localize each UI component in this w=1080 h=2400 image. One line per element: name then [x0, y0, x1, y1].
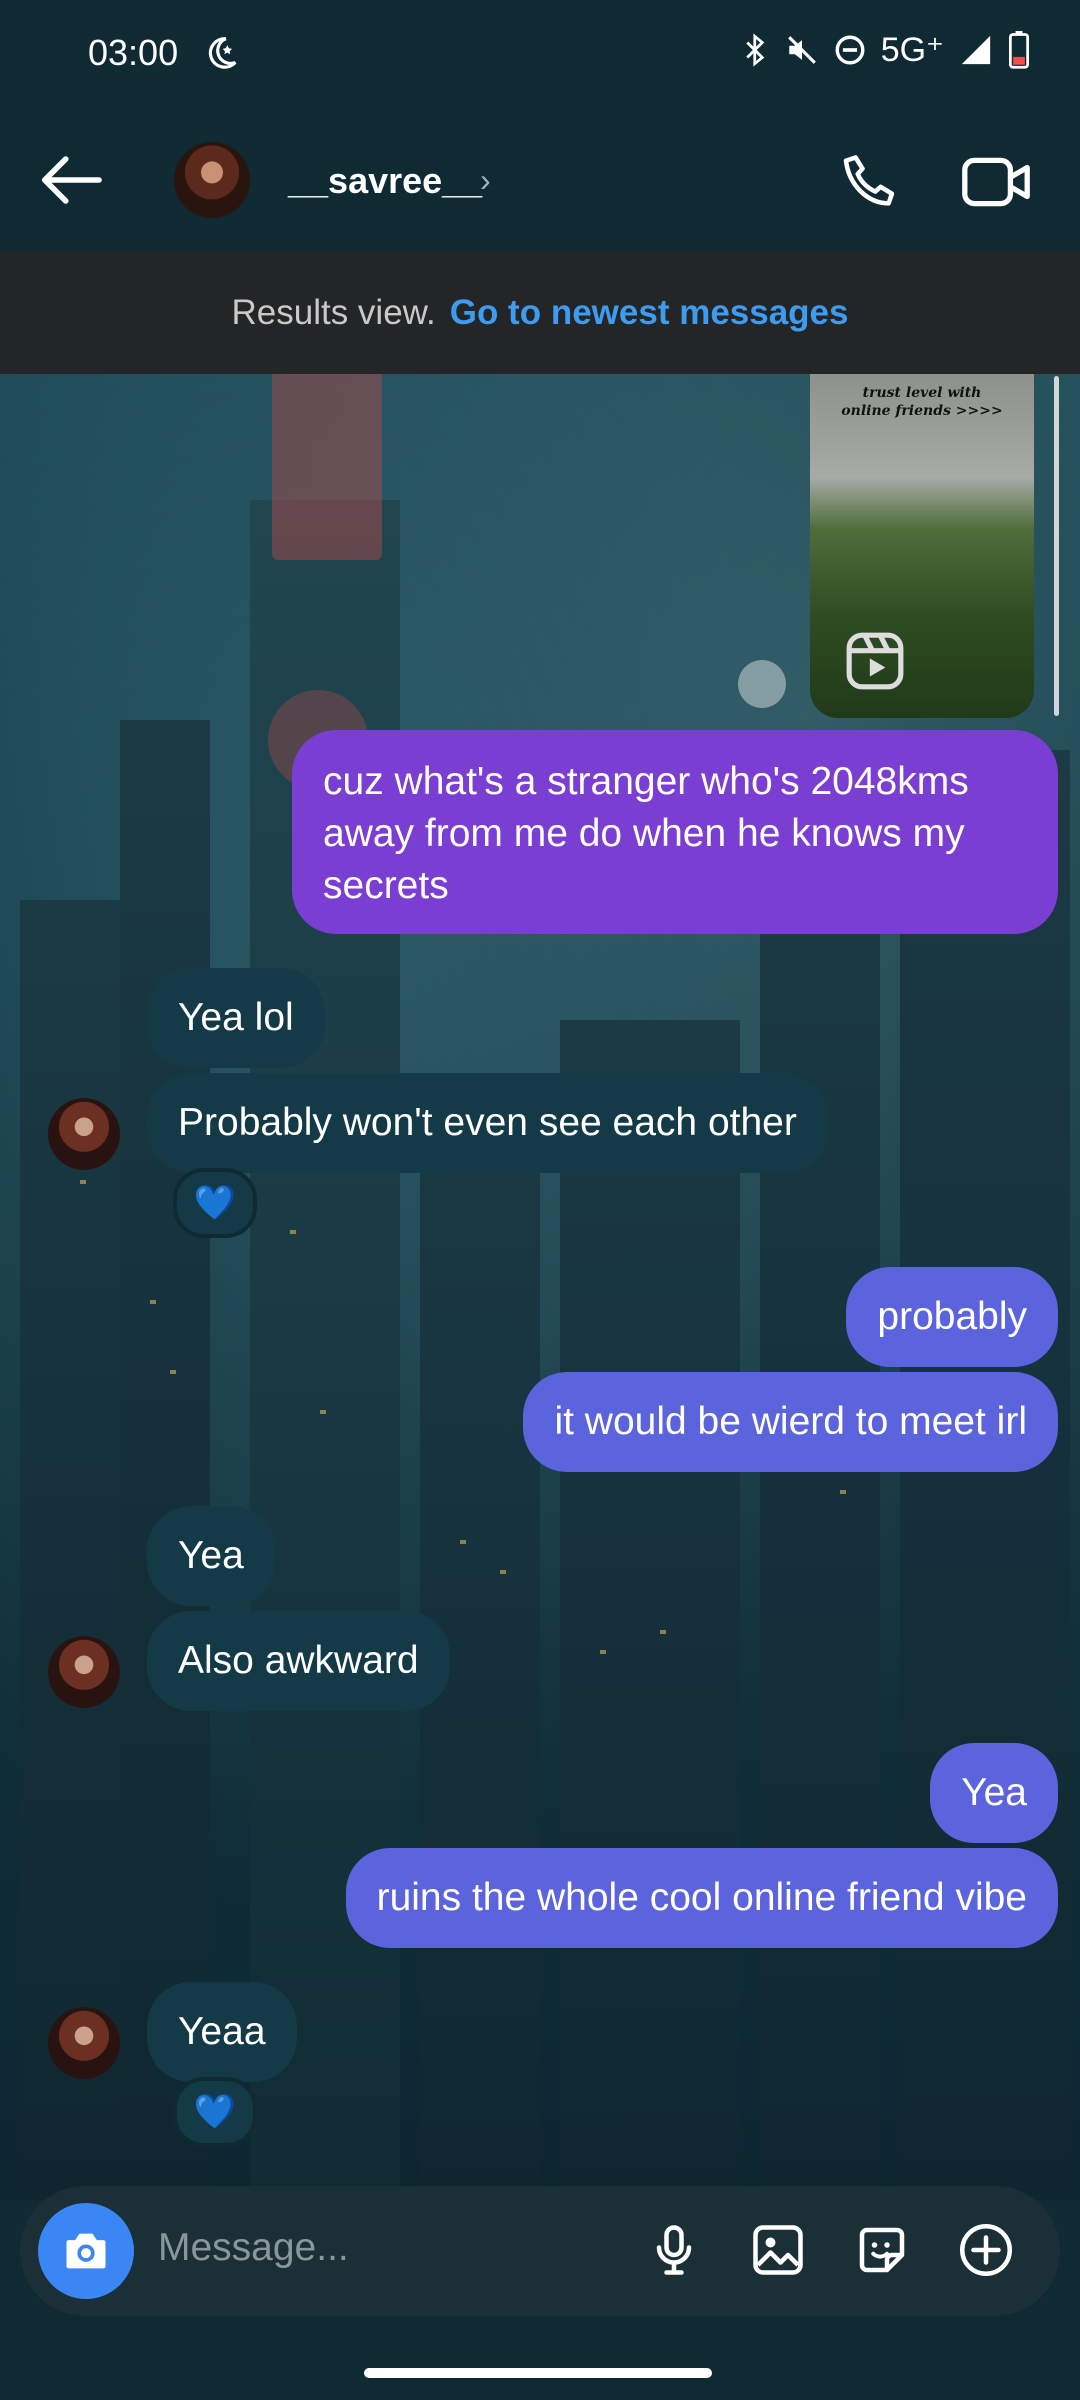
status-time: 03:00	[88, 32, 179, 73]
add-icon[interactable]	[956, 2220, 1016, 2280]
network-label: 5G⁺	[880, 31, 944, 69]
scrollbar[interactable]	[1054, 376, 1059, 716]
message-outgoing[interactable]: probably	[846, 1267, 1058, 1367]
mute-icon	[787, 36, 816, 64]
message-outgoing[interactable]: ruins the whole cool online friend vibe	[345, 1848, 1058, 1948]
battery-icon	[1008, 31, 1030, 69]
sender-avatar[interactable]	[48, 1098, 120, 1170]
bluetooth-icon	[745, 33, 764, 67]
status-bar: 03:00 5G⁺	[0, 0, 1080, 110]
username[interactable]: __savree__	[288, 160, 482, 202]
message-incoming[interactable]: Also awkward	[147, 1611, 450, 1711]
message-incoming[interactable]: Probably won't even see each other	[147, 1073, 828, 1173]
home-indicator[interactable]	[364, 2368, 712, 2378]
camera-button[interactable]	[38, 2203, 134, 2299]
dnd-icon	[835, 35, 865, 65]
moon-icon	[208, 37, 237, 69]
reel-icon	[846, 632, 904, 690]
back-arrow-icon[interactable]	[36, 150, 106, 210]
message-incoming[interactable]: Yea	[147, 1506, 275, 1606]
message-input[interactable]: Message...	[158, 2226, 349, 2270]
reel-caption: trust level with online friends >>>>	[841, 385, 1003, 419]
profile-avatar[interactable]	[174, 142, 250, 218]
message-outgoing[interactable]: cuz what's a stranger who's 2048kms away…	[292, 730, 1058, 934]
video-icon[interactable]	[960, 152, 1032, 212]
message-incoming[interactable]: Yeaa	[147, 1982, 297, 2082]
gallery-icon[interactable]	[748, 2220, 808, 2280]
signal-icon	[961, 35, 991, 65]
camera-icon	[66, 2233, 106, 2269]
newest-messages-link[interactable]: Go to newest messages	[450, 293, 849, 333]
results-banner: Results view. Go to newest messages	[0, 252, 1080, 374]
chevron-right-icon[interactable]: ›	[480, 162, 491, 199]
microphone-icon[interactable]	[644, 2220, 704, 2280]
message-outgoing[interactable]: it would be wierd to meet irl	[523, 1372, 1058, 1472]
results-label: Results view.	[231, 293, 436, 332]
sticker-icon[interactable]	[852, 2220, 912, 2280]
status-icons: 5G⁺	[741, 30, 1030, 70]
message-outgoing[interactable]: Yea	[930, 1743, 1058, 1843]
sender-avatar[interactable]	[48, 2007, 120, 2079]
chat-header: __savree__ ›	[0, 110, 1080, 252]
heart-reaction[interactable]: 💙	[173, 1168, 257, 1238]
phone-icon[interactable]	[838, 150, 902, 214]
reel-thumbnail[interactable]: trust level with online friends >>>>	[810, 374, 1034, 718]
message-incoming[interactable]: Yea lol	[147, 968, 325, 1068]
sender-avatar[interactable]	[48, 1636, 120, 1708]
heart-reaction[interactable]: 💙	[173, 2077, 257, 2147]
